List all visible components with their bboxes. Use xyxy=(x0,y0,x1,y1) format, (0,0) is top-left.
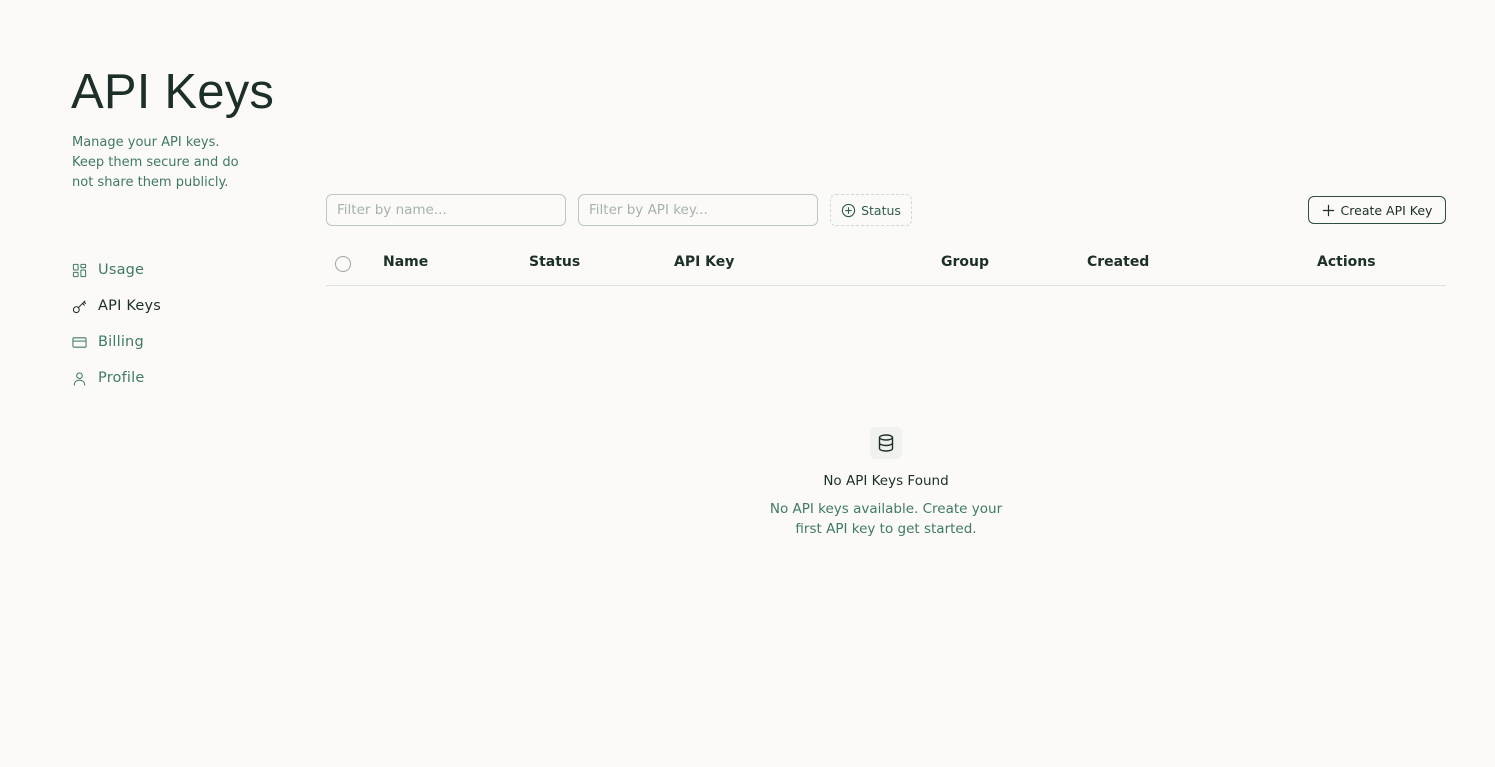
page-description: Manage your API keys. Keep them secure a… xyxy=(72,135,239,190)
sidebar-item-label: Billing xyxy=(98,334,144,350)
column-header-name[interactable]: Name xyxy=(383,254,428,270)
column-header-api-key[interactable]: API Key xyxy=(674,254,734,270)
sidebar-item-label: API Keys xyxy=(98,298,161,314)
plus-icon xyxy=(1322,204,1334,216)
empty-state-icon-container xyxy=(870,427,902,459)
name-filter-input[interactable] xyxy=(326,194,566,226)
column-header-group[interactable]: Group xyxy=(941,254,989,270)
column-header-status[interactable]: Status xyxy=(529,254,580,270)
status-filter-label: Status xyxy=(861,202,901,218)
api-key-filter-input[interactable] xyxy=(578,194,818,226)
sidebar-item-api-keys[interactable]: API Keys xyxy=(72,288,272,324)
status-filter-button[interactable]: Status xyxy=(830,194,912,226)
select-all-checkbox[interactable] xyxy=(335,256,351,272)
sidebar-item-billing[interactable]: Billing xyxy=(72,324,272,360)
sidebar-item-profile[interactable]: Profile xyxy=(72,360,272,396)
api-keys-table: Name Status API Key Group Created Action… xyxy=(326,244,1446,286)
key-icon xyxy=(72,300,87,313)
sidebar: Usage API Keys Billing Profile xyxy=(72,252,272,396)
empty-state-title: No API Keys Found xyxy=(823,473,949,489)
table-header: Name Status API Key Group Created Action… xyxy=(326,244,1446,286)
page-title: API Keys xyxy=(71,65,275,119)
grid-icon xyxy=(72,263,87,277)
sidebar-item-label: Profile xyxy=(98,370,145,386)
sidebar-item-label: Usage xyxy=(98,262,145,278)
empty-state: No API Keys Found No API keys available.… xyxy=(736,427,1036,539)
plus-circle-icon xyxy=(841,203,856,217)
column-header-actions: Actions xyxy=(1317,254,1376,270)
sidebar-item-usage[interactable]: Usage xyxy=(72,252,272,288)
column-header-created[interactable]: Created xyxy=(1087,254,1149,270)
user-icon xyxy=(73,371,86,386)
database-icon xyxy=(878,434,894,452)
empty-state-description: No API keys available. Create your first… xyxy=(769,501,1003,537)
table-toolbar: Status Create API Key xyxy=(326,194,1446,226)
create-api-key-button[interactable]: Create API Key xyxy=(1308,196,1446,224)
credit-card-icon xyxy=(72,336,87,348)
create-api-key-label: Create API Key xyxy=(1340,202,1433,218)
